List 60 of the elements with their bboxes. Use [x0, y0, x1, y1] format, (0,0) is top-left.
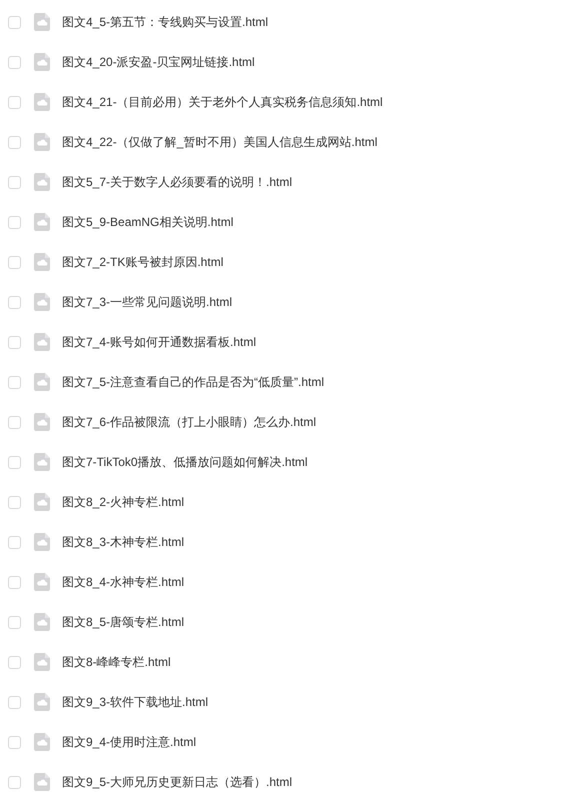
checkbox[interactable] — [8, 336, 21, 348]
checkbox[interactable] — [8, 256, 21, 268]
cloud-file-icon — [34, 453, 50, 471]
file-name[interactable]: 图文7_6-作品被限流（打上小眼睛）怎么办.html — [62, 414, 316, 430]
checkbox[interactable] — [8, 136, 21, 148]
cloud-file-icon — [34, 293, 50, 311]
checkbox[interactable] — [8, 576, 21, 588]
cloud-file-icon — [34, 533, 50, 551]
checkbox[interactable] — [8, 696, 21, 708]
cloud-file-icon — [34, 13, 50, 31]
checkbox[interactable] — [8, 456, 21, 468]
file-name[interactable]: 图文8_2-火神专栏.html — [62, 494, 184, 510]
checkbox[interactable] — [8, 496, 21, 508]
file-name[interactable]: 图文4_5-第五节：专线购买与设置.html — [62, 14, 268, 30]
file-name[interactable]: 图文7_3-一些常见问题说明.html — [62, 294, 232, 310]
checkbox[interactable] — [8, 376, 21, 388]
file-name[interactable]: 图文9_5-大师兄历史更新日志（选看）.html — [62, 774, 292, 790]
file-name[interactable]: 图文5_9-BeamNG相关说明.html — [62, 214, 234, 230]
file-name[interactable]: 图文7_5-注意查看自己的作品是否为“低质量”.html — [62, 374, 324, 390]
cloud-file-icon — [34, 693, 50, 711]
file-name[interactable]: 图文4_22-（仅做了解_暂时不用）美国人信息生成网站.html — [62, 134, 378, 150]
cloud-file-icon — [34, 173, 50, 191]
cloud-file-icon — [34, 773, 50, 791]
cloud-file-icon — [34, 413, 50, 431]
cloud-file-icon — [34, 93, 50, 111]
file-name[interactable]: 图文9_4-使用时注意.html — [62, 734, 196, 750]
cloud-file-icon — [34, 53, 50, 71]
file-name[interactable]: 图文7-TikTok0播放、低播放问题如何解决.html — [62, 454, 308, 470]
checkbox[interactable] — [8, 296, 21, 308]
checkbox[interactable] — [8, 656, 21, 668]
file-name[interactable]: 图文9_3-软件下载地址.html — [62, 694, 208, 710]
file-name[interactable]: 图文7_4-账号如何开通数据看板.html — [62, 334, 256, 350]
checkbox[interactable] — [8, 776, 21, 788]
checkbox[interactable] — [8, 176, 21, 188]
cloud-file-icon — [34, 213, 50, 231]
cloud-file-icon — [34, 733, 50, 751]
checkbox[interactable] — [8, 56, 21, 68]
cloud-file-icon — [34, 373, 50, 391]
file-name[interactable]: 图文4_20-派安盈-贝宝网址链接.html — [62, 54, 255, 70]
checkbox[interactable] — [8, 96, 21, 108]
file-name[interactable]: 图文5_7-关于数字人必须要看的说明！.html — [62, 174, 292, 190]
cloud-file-icon — [34, 613, 50, 631]
checkbox[interactable] — [8, 416, 21, 428]
cloud-file-icon — [34, 133, 50, 151]
cloud-file-icon — [34, 653, 50, 671]
checkbox[interactable] — [8, 16, 21, 28]
file-name[interactable]: 图文8_5-唐颂专栏.html — [62, 614, 184, 630]
file-name[interactable]: 图文4_21-（目前必用）关于老外个人真实税务信息须知.html — [62, 94, 383, 110]
file-name[interactable]: 图文8_3-木神专栏.html — [62, 534, 184, 550]
cloud-file-icon — [34, 493, 50, 511]
cloud-file-icon — [34, 573, 50, 591]
file-name[interactable]: 图文8_4-水神专栏.html — [62, 574, 184, 590]
file-name[interactable]: 图文8-峰峰专栏.html — [62, 654, 171, 670]
file-name[interactable]: 图文7_2-TK账号被封原因.html — [62, 254, 224, 270]
checkbox[interactable] — [8, 536, 21, 548]
cloud-file-icon — [34, 253, 50, 271]
checkbox[interactable] — [8, 616, 21, 628]
checkbox[interactable] — [8, 736, 21, 748]
checkbox[interactable] — [8, 216, 21, 228]
cloud-file-icon — [34, 333, 50, 351]
